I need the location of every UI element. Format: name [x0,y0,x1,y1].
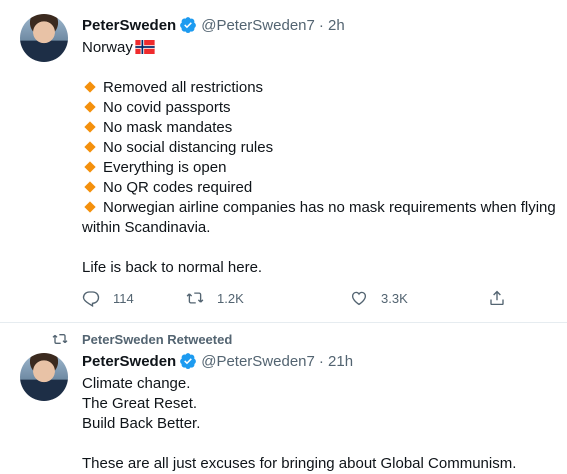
bullet-diamond-icon [84,101,96,113]
bullet-diamond-icon [84,81,96,93]
tweet-closing: Life is back to normal here. [82,259,263,276]
bullet-item: No QR codes required [103,179,253,196]
bullet-item: Everything is open [103,159,227,176]
bullet-item: Removed all restrictions [103,79,264,96]
tweet-text: Climate change. The Great Reset. Build B… [82,374,516,474]
avatar[interactable] [20,353,68,401]
like-count: 3.3K [381,290,408,306]
tweet-line: The Great Reset. [82,395,198,412]
tweet-header: PeterSweden @PeterSweden7 · 21h [82,352,353,370]
retweet-icon [52,334,68,344]
tweet-time[interactable]: · 2h [319,17,345,34]
tweet-line: Climate change. [82,375,191,392]
bullet-diamond-icon [84,121,96,133]
norway-flag-icon [135,40,155,54]
author-name[interactable]: PeterSweden [82,353,176,370]
like-icon [351,291,367,306]
verified-badge-icon [180,353,197,370]
retweeted-by-label[interactable]: PeterSweden Retweeted [52,331,232,347]
reply-count: 114 [113,290,134,306]
reply-button[interactable]: 114 [82,289,134,307]
author-name[interactable]: PeterSweden [82,17,176,34]
like-button[interactable]: 3.3K [350,289,408,307]
bullet-diamond-icon [84,181,96,193]
tweet-text: Norway Removed all restrictions No covid… [82,38,556,278]
tweet-time[interactable]: · 21h [319,353,353,370]
retweeted-by-text: PeterSweden Retweeted [82,331,233,347]
bullet-item: No mask mandates [103,119,233,136]
share-button[interactable] [488,289,519,307]
retweet-icon [186,292,204,304]
retweet-count: 1.2K [217,290,244,306]
verified-badge-icon [180,17,197,34]
tweet-header: PeterSweden @PeterSweden7 · 2h [82,16,345,34]
bullet-item: Norwegian airline companies has no mask … [103,199,556,216]
tweet-closing: These are all just excuses for bringing … [82,455,517,472]
bullet-continuation: within Scandinavia. [82,219,211,236]
bullet-item: No social distancing rules [103,139,274,156]
tweet[interactable]: PeterSweden @PeterSweden7 · 2h Norway Re… [0,0,567,323]
author-handle[interactable]: @PeterSweden7 [201,17,315,34]
tweet-actions: 114 1.2K 3.3K [82,289,504,309]
tweet-first-line: Norway [82,39,133,56]
bullet-diamond-icon [84,141,96,153]
avatar[interactable] [20,14,68,62]
bullet-item: No covid passports [103,99,231,116]
reply-icon [82,291,100,307]
bullet-diamond-icon [84,201,96,213]
retweet-button[interactable]: 1.2K [186,289,244,307]
tweet[interactable]: PeterSweden Retweeted PeterSweden @Peter… [0,323,567,474]
author-handle[interactable]: @PeterSweden7 [201,353,315,370]
tweet-line: Build Back Better. [82,415,201,432]
share-icon [490,290,504,306]
bullet-diamond-icon [84,161,96,173]
